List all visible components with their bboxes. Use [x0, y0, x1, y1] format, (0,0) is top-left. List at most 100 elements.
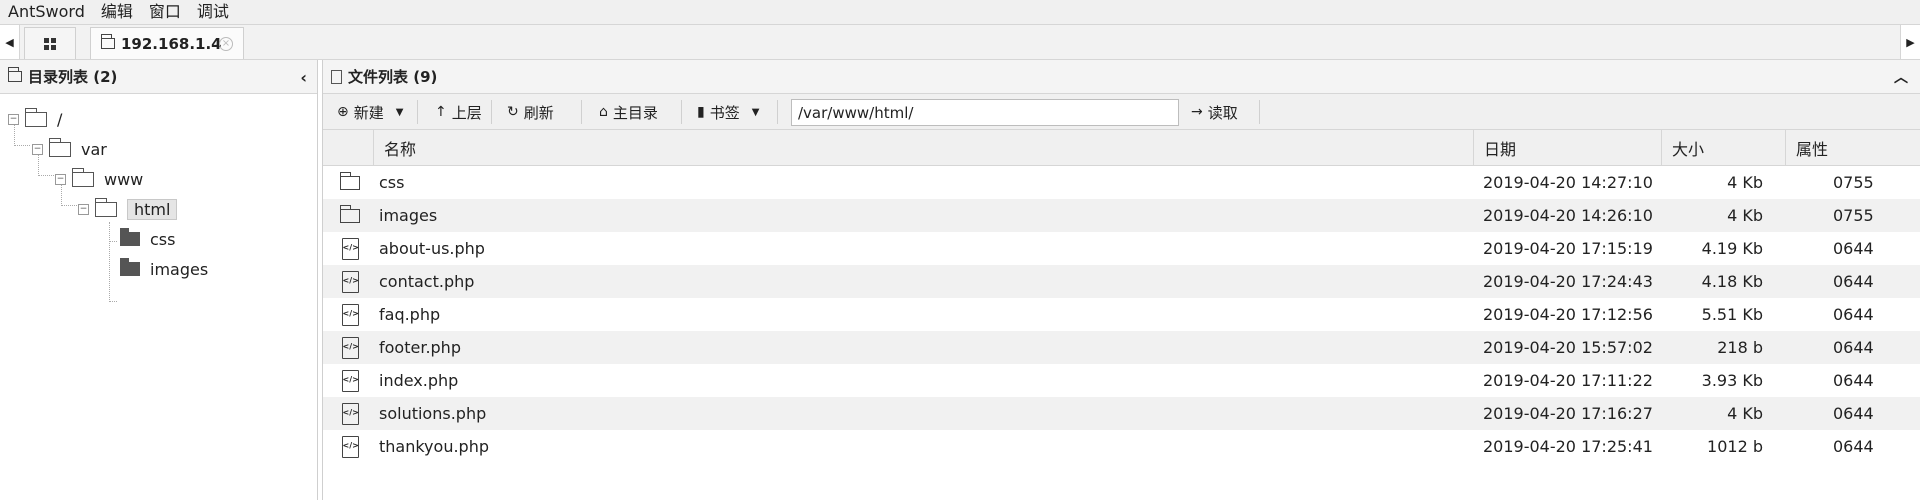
folder-icon	[337, 199, 363, 232]
bookmark-icon: ▮	[697, 104, 705, 120]
menu-bar: AntSword 编辑 窗口 调试	[0, 0, 1920, 24]
directory-panel-title: 目录列表 (2)	[28, 68, 118, 86]
document-icon	[331, 69, 342, 84]
code-file-icon	[337, 397, 363, 430]
file-name: about-us.php	[379, 239, 485, 258]
plus-circle-icon: ⊕	[337, 104, 349, 120]
file-attr: 0644	[1833, 272, 1874, 291]
home-button-label: 主目录	[612, 103, 658, 122]
refresh-button[interactable]: ↻ 刷新	[507, 99, 554, 125]
file-size: 4.19 Kb	[1701, 239, 1763, 258]
collapse-node-icon[interactable]: −	[78, 203, 89, 215]
date-column-header[interactable]: 日期	[1473, 130, 1661, 166]
close-icon[interactable]: ×	[219, 37, 233, 51]
collapse-left-icon[interactable]: ‹	[300, 68, 307, 87]
tree-node-images[interactable]: images	[120, 258, 208, 280]
arrow-up-icon: ↑	[435, 104, 447, 120]
file-attr: 0644	[1833, 305, 1874, 324]
file-panel: 文件列表 (9) ︿ ⊕ 新建 ▼ ↑ 上层 ↻ 刷新 ⌂ 主目录 ▮ 书签 ▼	[322, 60, 1920, 500]
folder-icon	[337, 166, 363, 199]
tab-host[interactable]: 192.168.1.4 ×	[90, 27, 244, 59]
arrow-right-icon: →	[1191, 104, 1203, 120]
tree-node-var[interactable]: − var	[32, 137, 107, 160]
tree-node-label: /	[57, 109, 63, 129]
tree-node-label: www	[104, 169, 144, 189]
tab-bar: ◀ 192.168.1.4 × ▶	[0, 24, 1920, 60]
file-size: 4 Kb	[1727, 206, 1763, 225]
tab-scroll-right-icon[interactable]: ▶	[1900, 25, 1920, 59]
refresh-icon: ↻	[507, 104, 519, 120]
tree-node-label: html	[127, 198, 178, 220]
path-input[interactable]	[791, 99, 1179, 126]
read-button-label: 读取	[1207, 103, 1238, 122]
code-file-icon	[337, 265, 363, 298]
table-row[interactable]: solutions.php2019-04-20 17:16:274 Kb0644	[323, 397, 1920, 430]
folder-icon	[24, 107, 47, 127]
collapse-node-icon[interactable]: −	[55, 173, 66, 185]
file-name: footer.php	[379, 338, 461, 357]
table-row[interactable]: images 2019-04-20 14:26:10 4 Kb 0755	[323, 199, 1920, 232]
folder-icon	[94, 197, 117, 217]
menu-item-window[interactable]: 窗口	[141, 0, 189, 24]
file-attr: 0755	[1833, 173, 1874, 192]
attr-column-header[interactable]: 属性	[1785, 130, 1920, 166]
tab-home-grid[interactable]	[24, 27, 76, 59]
chevron-down-icon: ▼	[751, 106, 760, 118]
file-name: faq.php	[379, 305, 441, 324]
table-row[interactable]: css 2019-04-20 14:27:10 4 Kb 0755	[323, 166, 1920, 199]
table-row[interactable]: index.php2019-04-20 17:11:223.93 Kb0644	[323, 364, 1920, 397]
collapse-up-icon[interactable]: ︿	[1894, 67, 1908, 87]
file-name: images	[379, 206, 438, 225]
table-row[interactable]: thankyou.php2019-04-20 17:25:411012 b064…	[323, 430, 1920, 463]
folder-icon	[71, 167, 94, 187]
refresh-button-label: 刷新	[523, 103, 554, 122]
size-column-header[interactable]: 大小	[1661, 130, 1785, 166]
name-column-header[interactable]: 名称	[373, 130, 1473, 166]
grid-icon	[44, 37, 56, 50]
code-file-icon	[337, 430, 363, 463]
file-toolbar: ⊕ 新建 ▼ ↑ 上层 ↻ 刷新 ⌂ 主目录 ▮ 书签 ▼ → 读取	[323, 94, 1920, 130]
file-table-header: 名称 日期 大小 属性	[323, 130, 1920, 166]
directory-panel-header: 目录列表 (2) ‹	[0, 60, 317, 94]
bookmark-button[interactable]: ▮ 书签 ▼	[697, 99, 759, 125]
read-button[interactable]: → 读取	[1191, 99, 1238, 125]
file-attr: 0644	[1833, 437, 1874, 456]
folder-icon	[48, 137, 71, 157]
file-size: 5.51 Kb	[1701, 305, 1763, 324]
table-row[interactable]: contact.php2019-04-20 17:24:434.18 Kb064…	[323, 265, 1920, 298]
file-panel-title: 文件列表 (9)	[348, 68, 438, 86]
tree-node-www[interactable]: − www	[55, 167, 144, 190]
code-file-icon	[337, 331, 363, 364]
code-file-icon	[337, 364, 363, 397]
file-name: css	[379, 173, 405, 192]
tree-node-root[interactable]: − /	[8, 107, 63, 130]
tab-scroll-left-icon[interactable]: ◀	[0, 25, 20, 59]
table-row[interactable]: faq.php2019-04-20 17:12:565.51 Kb0644	[323, 298, 1920, 331]
file-size: 4 Kb	[1727, 404, 1763, 423]
up-button-label: 上层	[451, 103, 482, 122]
home-button[interactable]: ⌂ 主目录	[599, 99, 658, 125]
new-button[interactable]: ⊕ 新建 ▼	[337, 99, 403, 125]
file-attr: 0644	[1833, 338, 1874, 357]
tree-node-css[interactable]: css	[120, 228, 175, 250]
collapse-node-icon[interactable]: −	[8, 113, 19, 125]
file-size: 3.93 Kb	[1701, 371, 1763, 390]
tree-node-label: images	[150, 259, 209, 279]
icon-column-header	[323, 130, 373, 166]
tree-node-label: var	[81, 139, 107, 159]
menu-item-debug[interactable]: 调试	[189, 0, 237, 24]
tree-node-html[interactable]: − html	[78, 197, 178, 220]
menu-item-antsword[interactable]: AntSword	[0, 0, 93, 24]
directory-panel: 目录列表 (2) ‹ − / − var − www − html css im…	[0, 60, 318, 500]
file-size: 218 b	[1717, 338, 1763, 357]
table-row[interactable]: about-us.php2019-04-20 17:15:194.19 Kb06…	[323, 232, 1920, 265]
folder-icon	[7, 67, 22, 82]
collapse-node-icon[interactable]: −	[32, 143, 43, 155]
menu-item-edit[interactable]: 编辑	[93, 0, 141, 24]
file-name: solutions.php	[379, 404, 487, 423]
up-button[interactable]: ↑ 上层	[435, 99, 482, 125]
folder-icon	[100, 34, 115, 49]
table-row[interactable]: footer.php2019-04-20 15:57:02218 b0644	[323, 331, 1920, 364]
tab-host-label: 192.168.1.4	[121, 34, 222, 53]
chevron-down-icon: ▼	[395, 106, 404, 118]
